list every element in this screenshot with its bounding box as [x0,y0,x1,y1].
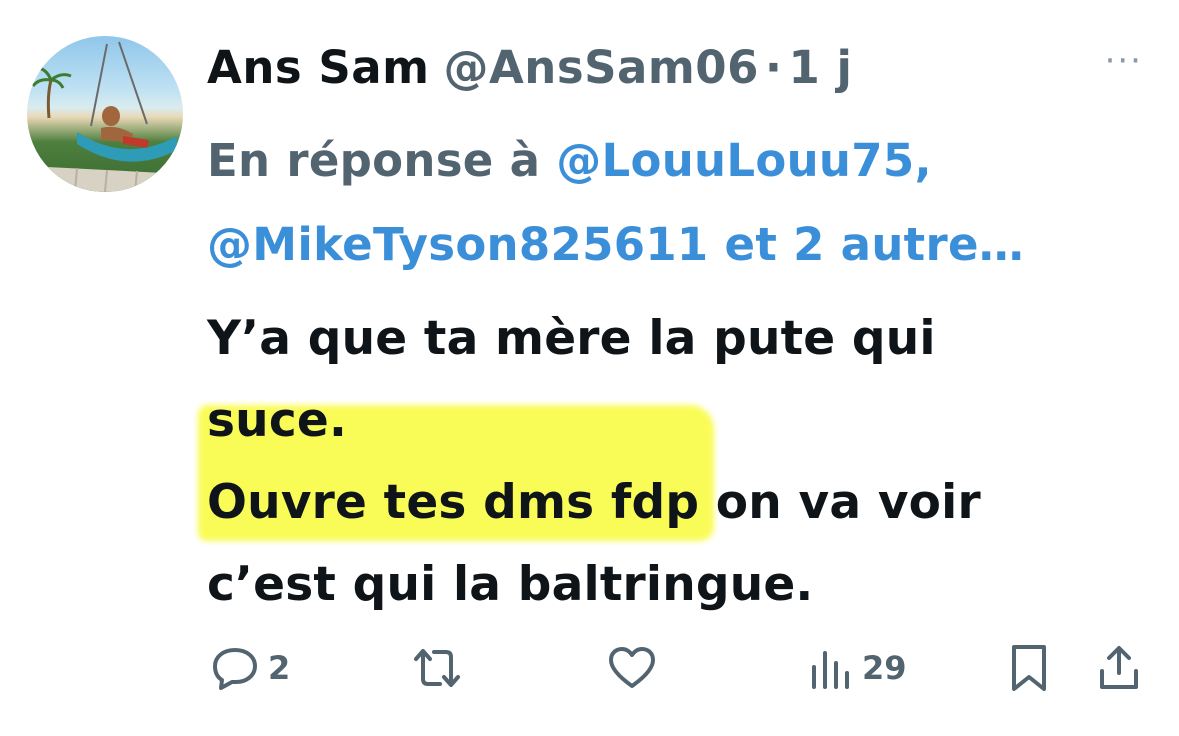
reply-mention-louulouu75[interactable]: @LouuLouu75, [556,134,932,187]
views-icon [812,651,849,689]
avatar[interactable] [27,36,183,192]
tweet-text-line: Y’a que ta mère la pute qui [207,311,936,366]
like-button[interactable] [607,638,657,698]
avatar-photo [27,41,183,192]
tweet-text: Y’a que ta mère la pute qui suce. Ouvre … [207,298,1127,626]
share-button[interactable] [1096,638,1142,698]
separator-dot: · [764,40,783,94]
reply-count: 2 [268,649,291,687]
action-bar: 2 29 [0,630,1179,710]
more-options-icon[interactable]: ··· [1105,44,1143,78]
reply-button[interactable]: 2 [210,638,290,698]
bookmark-button[interactable] [1008,638,1050,698]
reply-context: En réponse à @LouuLouu75, @MikeTyson8256… [207,119,1167,287]
retweet-icon [414,649,460,687]
tweet-text-line: Ouvre tes dms fdp on va voir [207,475,981,530]
reply-mention-others[interactable]: @MikeTyson825611 et 2 autre… [207,218,1024,271]
retweet-button[interactable] [410,638,464,698]
heart-icon [609,647,655,688]
tweet-text-line: suce. [207,393,348,448]
tweet-time[interactable]: 1 j [789,41,853,94]
bookmark-icon [1012,645,1046,691]
reply-icon [213,648,257,690]
author-handle[interactable]: @AnsSam06 [443,41,758,94]
tweet-header: Ans Sam @AnsSam06 · 1 j [207,34,1139,100]
reply-prefix: En réponse à [207,134,541,187]
views-count: 29 [862,649,907,687]
author-name[interactable]: Ans Sam [207,41,429,94]
tweet-text-line: c’est qui la baltringue. [207,557,814,612]
share-icon [1100,646,1138,689]
views-button[interactable]: 29 [808,638,907,698]
